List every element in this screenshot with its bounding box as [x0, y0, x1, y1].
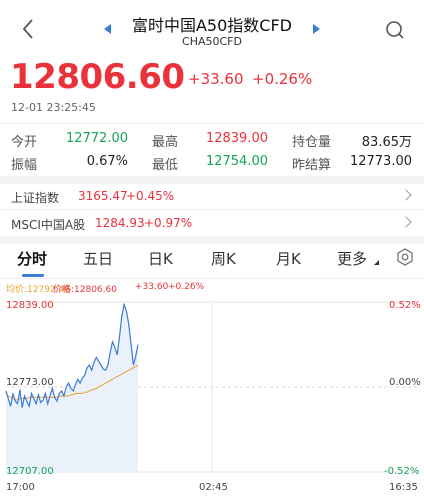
divider: [0, 209, 424, 210]
index-percent: +0.97%: [144, 216, 193, 230]
index-value: 3165.47: [78, 189, 128, 203]
y-axis-right-high-label: 0.52%: [389, 300, 421, 311]
index-value: 1284.93: [95, 216, 145, 230]
prev-settle-value: 12773.00: [349, 154, 412, 169]
tab-daily-k[interactable]: 日K: [148, 248, 173, 269]
index-percent: +0.45%: [126, 189, 175, 203]
search-icon[interactable]: [384, 19, 406, 41]
x-axis-mid-label: 02:45: [199, 482, 228, 493]
index-row-msci[interactable]: MSCI中国A股 1284.93 +0.97%: [0, 211, 424, 237]
index-row-sse[interactable]: 上证指数 3165.47 +0.45%: [0, 184, 424, 210]
prev-settle-label: 昨结算: [292, 158, 332, 173]
chevron-right-icon: [400, 189, 412, 201]
last-price: 12806.60: [10, 57, 185, 97]
amplitude-label: 振幅: [11, 158, 38, 173]
tab-intraday[interactable]: 分时: [17, 248, 47, 269]
y-axis-high-label: 12839.00: [6, 300, 54, 311]
dropdown-triangle-icon: [369, 260, 379, 265]
quote-timestamp: 12-01 23:25:45: [11, 101, 96, 114]
high-label: 最高: [152, 135, 179, 150]
instrument-code: CHA50CFD: [182, 35, 242, 48]
chevron-right-icon: [400, 216, 412, 228]
section-divider: [0, 176, 424, 184]
high-value: 12839.00: [205, 131, 268, 146]
tab-more[interactable]: 更多: [337, 248, 367, 269]
tab-five-day[interactable]: 五日: [83, 248, 113, 269]
section-divider: [0, 236, 424, 244]
instrument-title: 富时中国A50指数CFD: [131, 16, 292, 35]
divider: [0, 278, 424, 279]
open-label: 今开: [11, 135, 38, 150]
low-label: 最低: [152, 158, 179, 173]
y-axis-right-mid-label: 0.00%: [389, 377, 421, 388]
tab-monthly-k[interactable]: 月K: [276, 248, 301, 269]
divider: [0, 123, 424, 124]
header-bar: 富时中国A50指数CFD CHA50CFD: [0, 0, 424, 56]
next-instrument-arrow-icon[interactable]: [313, 24, 320, 34]
open-value: 12772.00: [65, 131, 128, 146]
intraday-chart[interactable]: [0, 292, 424, 482]
price-change-percent: +0.26%: [252, 70, 313, 88]
y-axis-mid-label: 12773.00: [6, 377, 54, 388]
open-interest-label: 持仓量: [292, 135, 332, 150]
legend-change-percent: +0.26%: [168, 282, 205, 292]
tab-weekly-k[interactable]: 周K: [211, 248, 236, 269]
x-axis-start-label: 17:00: [6, 482, 35, 493]
price-change: +33.60: [188, 70, 244, 88]
tab-active-indicator: [22, 274, 44, 277]
y-axis-low-label: 12707.00: [6, 466, 54, 477]
amplitude-value: 0.67%: [86, 154, 128, 169]
chart-settings-icon[interactable]: [396, 248, 414, 266]
open-interest-value: 83.65万: [361, 135, 412, 150]
legend-change: +33.60: [135, 282, 169, 292]
index-name: MSCI中国A股: [11, 218, 86, 232]
y-axis-right-low-label: -0.52%: [384, 466, 420, 477]
index-name: 上证指数: [11, 191, 60, 205]
price-area-fill: [6, 304, 138, 472]
low-value: 12754.00: [205, 154, 268, 169]
x-axis-end-label: 16:35: [389, 482, 418, 493]
